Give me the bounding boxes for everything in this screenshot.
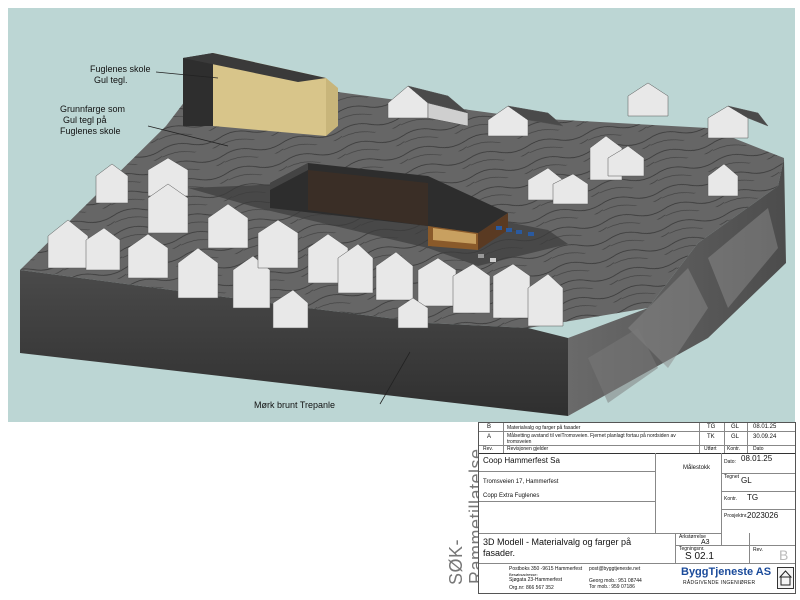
rev-b-checked: GL xyxy=(731,424,740,430)
rev-label: Rev. xyxy=(753,547,763,553)
rev-a-drawn: TK xyxy=(707,434,715,440)
rev-b-date: 08.01.25 xyxy=(753,424,777,430)
rev-header-date: Dato xyxy=(753,446,764,452)
drawing-title-1: 3D Modell - Materialvalg og farger på xyxy=(483,537,632,547)
rev-a-text: Målsetting avstand til veiTromsveien. Fj… xyxy=(507,433,676,439)
rev-header-text: Revisjonen gjelder xyxy=(507,446,549,452)
contact-email: post@byggtjeneste.net xyxy=(589,566,641,572)
checked-label: Kontr. xyxy=(724,496,738,502)
stamp-line-1: SØK- xyxy=(446,538,466,585)
annotation-school-title: Fuglenes skole xyxy=(90,64,151,74)
date-value: 08.01.25 xyxy=(741,454,773,463)
annotation-ground-line-1: Grunnfarge som xyxy=(60,104,126,114)
company-subtitle: RÅDGIVENDE INGENIØRER xyxy=(683,580,756,586)
company-logo-icon xyxy=(777,567,794,589)
rev-value: B xyxy=(779,547,789,563)
contact-tor: Tor mob.: 959 07186 xyxy=(589,584,635,590)
rev-a-checked: GL xyxy=(731,434,740,440)
annotation-school: Fuglenes skole Gul tegl. xyxy=(90,64,151,86)
company-name: ByggTjeneste AS xyxy=(681,566,772,578)
annotation-panel: Mørk brunt Trepanle xyxy=(254,400,335,411)
annotation-school-sub: Gul tegl. xyxy=(94,75,128,85)
project-name: Copp Extra Fuglenes xyxy=(483,493,540,499)
drawn-value: GL xyxy=(741,476,752,485)
model-viewport[interactable]: Fuglenes skole Gul tegl. Grunnfarge som … xyxy=(8,8,795,422)
project-no-label: Prosjektnr. xyxy=(724,513,748,519)
rev-header-drawn: Utført xyxy=(704,446,717,452)
rev-header-checked: Kontr. xyxy=(727,446,741,452)
client-address: Tromsveien 17, Hammerfest xyxy=(483,479,559,485)
checked-value: TG xyxy=(747,493,759,502)
annotation-ground-line-3: Fuglenes skole xyxy=(60,126,121,136)
title-block: B Materialvalg og farger på fasader TG G… xyxy=(478,422,796,594)
drawn-label: Tegnet xyxy=(724,474,740,480)
contact-org: Org.nr: 866 567 352 xyxy=(509,585,554,591)
client-name: Coop Hammerfest Sa xyxy=(483,456,560,465)
annotation-ground-line-2: Gul tegl på xyxy=(63,115,107,125)
scale-label: Målestokk xyxy=(683,465,711,471)
drawing-title-2: fasader. xyxy=(483,548,516,558)
rev-b-drawn: TG xyxy=(707,424,716,430)
rev-b-text: Materialvalg og farger på fasader xyxy=(507,425,581,431)
rev-a-text-2: tromsveien xyxy=(507,439,532,445)
drawing-no-value: S 02.1 xyxy=(685,551,714,562)
drawing-sheet: Fuglenes skole Gul tegl. Grunnfarge som … xyxy=(0,0,800,600)
annotation-panel-text: Mørk brunt Trepanle xyxy=(254,400,336,410)
rev-header-rev: Rev. xyxy=(483,446,493,452)
annotation-ground: Grunnfarge som Gul tegl på Fuglenes skol… xyxy=(60,104,125,137)
rev-a-date: 30.09.24 xyxy=(753,434,777,440)
date-label: Dato: xyxy=(724,459,736,465)
contact-visit-address: Sjøgata 23-Hammerfest xyxy=(509,577,563,583)
project-no-value: 2023026 xyxy=(747,511,779,520)
rev-a-letter: A xyxy=(487,434,492,440)
rev-b-letter: B xyxy=(487,424,492,430)
